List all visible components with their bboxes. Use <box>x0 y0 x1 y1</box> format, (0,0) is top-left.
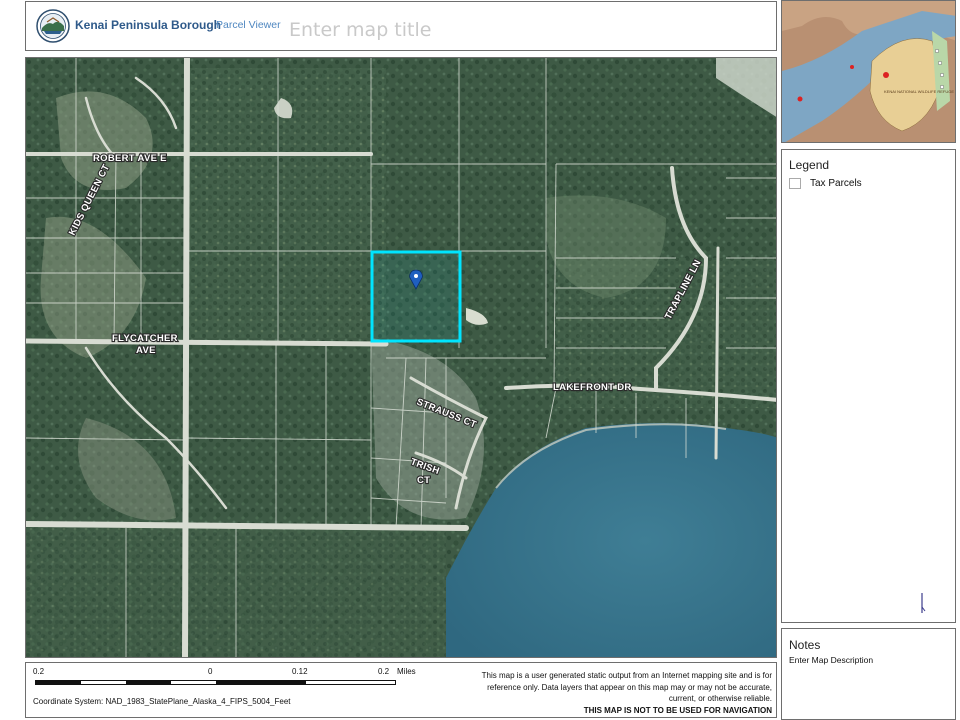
notes-title: Notes <box>789 638 821 652</box>
map-view[interactable]: ROBERT AVE E KIDS QUEEN CT FLYCATCHER AV… <box>25 57 777 658</box>
disclaimer: This map is a user generated static outp… <box>466 670 772 716</box>
disclaimer-navigation-warning: THIS MAP IS NOT TO BE USED FOR NAVIGATIO… <box>583 705 772 715</box>
scale-bar: 0.2 0 0.12 0.2 Miles <box>26 663 466 693</box>
legend-title: Legend <box>789 158 830 172</box>
legend-item-label: Tax Parcels <box>810 178 862 189</box>
map-title-input[interactable]: Enter map title <box>289 19 431 41</box>
app-name: Parcel Viewer <box>216 19 281 31</box>
notes-description-input[interactable]: Enter Map Description <box>789 655 873 665</box>
selected-parcel[interactable] <box>370 250 462 343</box>
disclaimer-line-2: reference only. Data layers that appear … <box>487 682 772 692</box>
road-label-trish-2: CT <box>417 475 430 486</box>
scale-unit: Miles <box>397 667 416 676</box>
scale-label-zero: 0 <box>208 667 213 676</box>
notes-panel: Notes Enter Map Description <box>781 628 956 720</box>
scale-label-mid: 0.12 <box>292 667 308 676</box>
road-label-flycatcher-2: AVE <box>136 345 156 356</box>
overview-refuge-label: KENAI NATIONAL WILDLIFE REFUGE <box>884 89 954 94</box>
legend-item-tax-parcels: Tax Parcels <box>789 178 862 189</box>
scale-bar-graphic <box>35 680 396 685</box>
road-label-robert: ROBERT AVE E <box>93 153 167 164</box>
footer: 0.2 0 0.12 0.2 Miles Coordinate System: … <box>25 662 777 718</box>
scale-label-left: 0.2 <box>33 667 45 676</box>
print-layout: Kenai Peninsula Borough Parcel Viewer En… <box>0 0 960 720</box>
disclaimer-line-3: current, or otherwise reliable. <box>668 694 772 703</box>
coordinate-system: Coordinate System: NAD_1983_StatePlane_A… <box>33 697 291 706</box>
borough-seal-logo <box>36 9 70 43</box>
disclaimer-line-1: This map is a user generated static outp… <box>481 671 772 680</box>
legend-panel: Legend Tax Parcels <box>781 149 956 623</box>
overview-map[interactable]: KENAI NATIONAL WILDLIFE REFUGE <box>781 0 956 143</box>
org-name: Kenai Peninsula Borough <box>75 18 222 32</box>
header: Kenai Peninsula Borough Parcel Viewer En… <box>25 1 777 51</box>
tax-parcels-swatch <box>789 178 801 189</box>
road-label-lakefront: LAKEFRONT DR <box>553 382 632 393</box>
north-arrow-icon <box>921 593 926 613</box>
road-label-flycatcher-1: FLYCATCHER <box>112 333 178 344</box>
scale-label-right: 0.2 <box>378 667 390 676</box>
